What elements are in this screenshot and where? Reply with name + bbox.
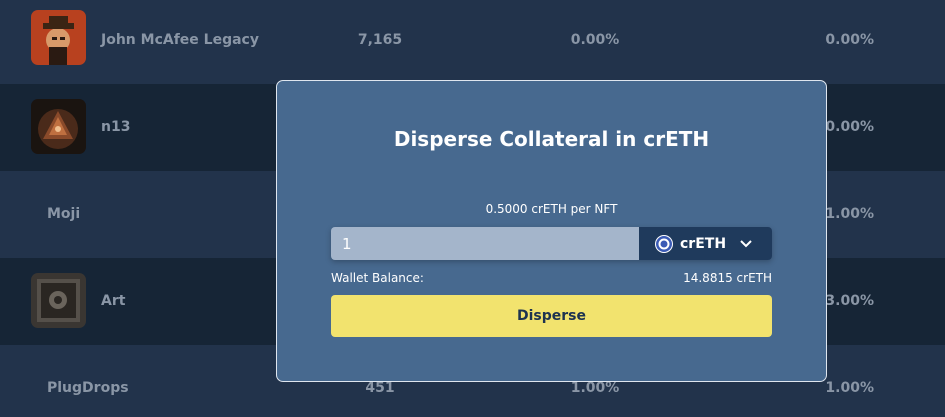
collection-name: n13 xyxy=(101,119,131,135)
wallet-balance-row: Wallet Balance: 14.8815 crETH xyxy=(331,271,772,287)
disperse-modal: Disperse Collateral in crETH 0.5000 crET… xyxy=(276,80,827,382)
collection-name: John McAfee Legacy xyxy=(101,32,259,48)
rate-per-nft: 0.5000 crETH per NFT xyxy=(485,202,618,216)
wallet-balance-value: 14.8815 crETH xyxy=(683,271,772,285)
modal-title: Disperse Collateral in crETH xyxy=(393,127,710,151)
collection-thumbnail xyxy=(31,99,86,154)
cell-percent: 0.00% xyxy=(825,32,874,48)
collection-thumbnail xyxy=(31,10,86,65)
collection-name: Art xyxy=(101,293,126,309)
collection-name: Moji xyxy=(47,206,81,222)
disperse-button[interactable]: Disperse xyxy=(331,295,772,337)
collection-name: PlugDrops xyxy=(47,380,129,396)
token-select-dropdown[interactable]: crETH xyxy=(639,227,772,260)
wallet-balance-label: Wallet Balance: xyxy=(331,271,424,285)
amount-input-group: crETH xyxy=(331,227,772,260)
cell-value: 7,165 xyxy=(357,32,403,48)
cell-percent: 0.00% xyxy=(570,32,620,48)
collection-thumbnail xyxy=(31,273,86,328)
token-label: crETH xyxy=(680,235,727,252)
table-row[interactable]: John McAfee Legacy 7,165 0.00% 0.00% xyxy=(0,0,945,84)
chevron-down-icon xyxy=(740,239,752,248)
creth-token-icon xyxy=(655,234,673,253)
amount-input[interactable] xyxy=(331,227,639,260)
